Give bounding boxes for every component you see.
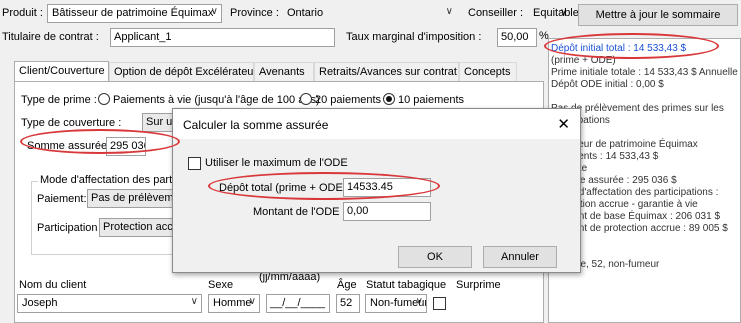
radio-label: 10 paiements [398, 94, 465, 106]
province-value: Ontario [287, 7, 324, 19]
tab-option-depot[interactable]: Option de dépôt Excélérateur [109, 62, 257, 82]
max-ode-label: Utiliser le maximum de l'ODE [205, 157, 348, 169]
radio-button-selected-icon [383, 93, 395, 105]
surprime-checkbox[interactable] [433, 297, 446, 310]
age-input[interactable]: 52 [336, 294, 360, 313]
paiement-label: Paiement: [37, 193, 87, 205]
province-select[interactable]: Ontario ∨ [282, 4, 457, 23]
age-header: Âge [337, 279, 357, 291]
tab-retraits[interactable]: Retraits/Avances sur contrat [314, 62, 459, 82]
summary-line: Prime initiale totale : 14 533,43 $ Annu… [551, 67, 738, 78]
tab-client-couverture[interactable]: Client/Couverture [14, 61, 109, 83]
montant-label: Montant de l'ODE : [253, 206, 346, 218]
radio-button-icon [98, 93, 110, 105]
radio-button-icon [300, 93, 312, 105]
summary-line: (prime + ODE) [551, 55, 616, 66]
conseiller-label: Conseiller : [468, 7, 524, 19]
nom-client-select[interactable]: Joseph ∨ [17, 294, 202, 313]
montant-input[interactable]: 0,00 [343, 202, 431, 221]
radio-20-paiements[interactable]: 20 paiements [300, 93, 381, 106]
summary-line: Dépôt ODE initial : 0,00 $ [551, 79, 664, 90]
titulaire-label: Titulaire de contrat : [2, 31, 99, 43]
summary-line: Dépôt initial total : 14 533,43 $ [551, 43, 687, 54]
sexe-select[interactable]: Homme ∨ [208, 294, 260, 313]
produit-value: Bâtisseur de patrimoine Équimax [52, 7, 214, 19]
close-icon[interactable]: ✕ [557, 115, 570, 133]
participation-select[interactable]: Protection accr [99, 218, 177, 237]
radio-label: Paiements à vie (jusqu'à l'âge de 100 an… [113, 94, 320, 106]
chevron-down-icon: ∨ [415, 296, 423, 307]
chevron-down-icon: ∨ [190, 296, 198, 307]
depot-input[interactable]: 14533.45 [343, 178, 431, 197]
statut-select[interactable]: Non-fumeur ∨ [365, 294, 427, 313]
somme-assuree-label: Somme assurée : [27, 140, 114, 152]
type-prime-label: Type de prime : [21, 94, 97, 106]
max-ode-checkbox[interactable] [188, 157, 201, 170]
produit-label: Produit : [2, 7, 43, 19]
sexe-header: Sexe [208, 279, 234, 291]
somme-assuree-input[interactable]: 295 036 [106, 137, 146, 156]
participation-label: Participation : [37, 222, 104, 234]
tab-concepts[interactable]: Concepts [459, 62, 517, 82]
province-label: Province : [230, 7, 279, 19]
date-naissance-input[interactable]: __/__/____ [266, 294, 330, 313]
summary-line [551, 91, 740, 103]
chevron-down-icon: ∨ [445, 6, 453, 17]
depot-label: Dépôt total (prime + ODE) : [219, 182, 353, 194]
chevron-down-icon: ∨ [248, 296, 256, 307]
radio-label: 20 paiements [315, 94, 382, 106]
surprime-header: Surprime [456, 279, 501, 291]
paiement-select[interactable]: Pas de prélèveme [87, 189, 177, 208]
chevron-down-icon: ∨ [210, 6, 218, 17]
nom-client-value: Joseph [22, 297, 58, 309]
radio-paiements-vie[interactable]: Paiements à vie (jusqu'à l'âge de 100 an… [98, 93, 320, 106]
type-couverture-label: Type de couverture : [21, 117, 122, 129]
tab-avenants[interactable]: Avenants [254, 62, 314, 82]
nom-header: Nom du client [19, 279, 87, 291]
calculer-somme-dialog: Calculer la somme assurée ✕ Utiliser le … [172, 108, 581, 273]
titulaire-input[interactable]: Applicant_1 [110, 28, 335, 47]
sexe-value: Homme [213, 297, 252, 309]
statut-header: Statut tabagique [366, 279, 447, 291]
taux-input[interactable]: 50,00 [497, 28, 537, 47]
produit-select[interactable]: Bâtisseur de patrimoine Équimax ∨ [47, 4, 222, 23]
update-summary-button[interactable]: Mettre à jour le sommaire [578, 4, 738, 26]
taux-label: Taux marginal d'imposition : [346, 31, 482, 43]
radio-10-paiements[interactable]: 10 paiements [383, 93, 464, 106]
ok-button[interactable]: OK [398, 246, 472, 268]
annuler-button[interactable]: Annuler [483, 246, 557, 268]
dialog-title: Calculer la somme assurée [173, 109, 580, 139]
mode-affectation-label: Mode d'affectation des particip [38, 174, 191, 186]
chevron-down-icon[interactable]: ∨ [560, 7, 567, 18]
